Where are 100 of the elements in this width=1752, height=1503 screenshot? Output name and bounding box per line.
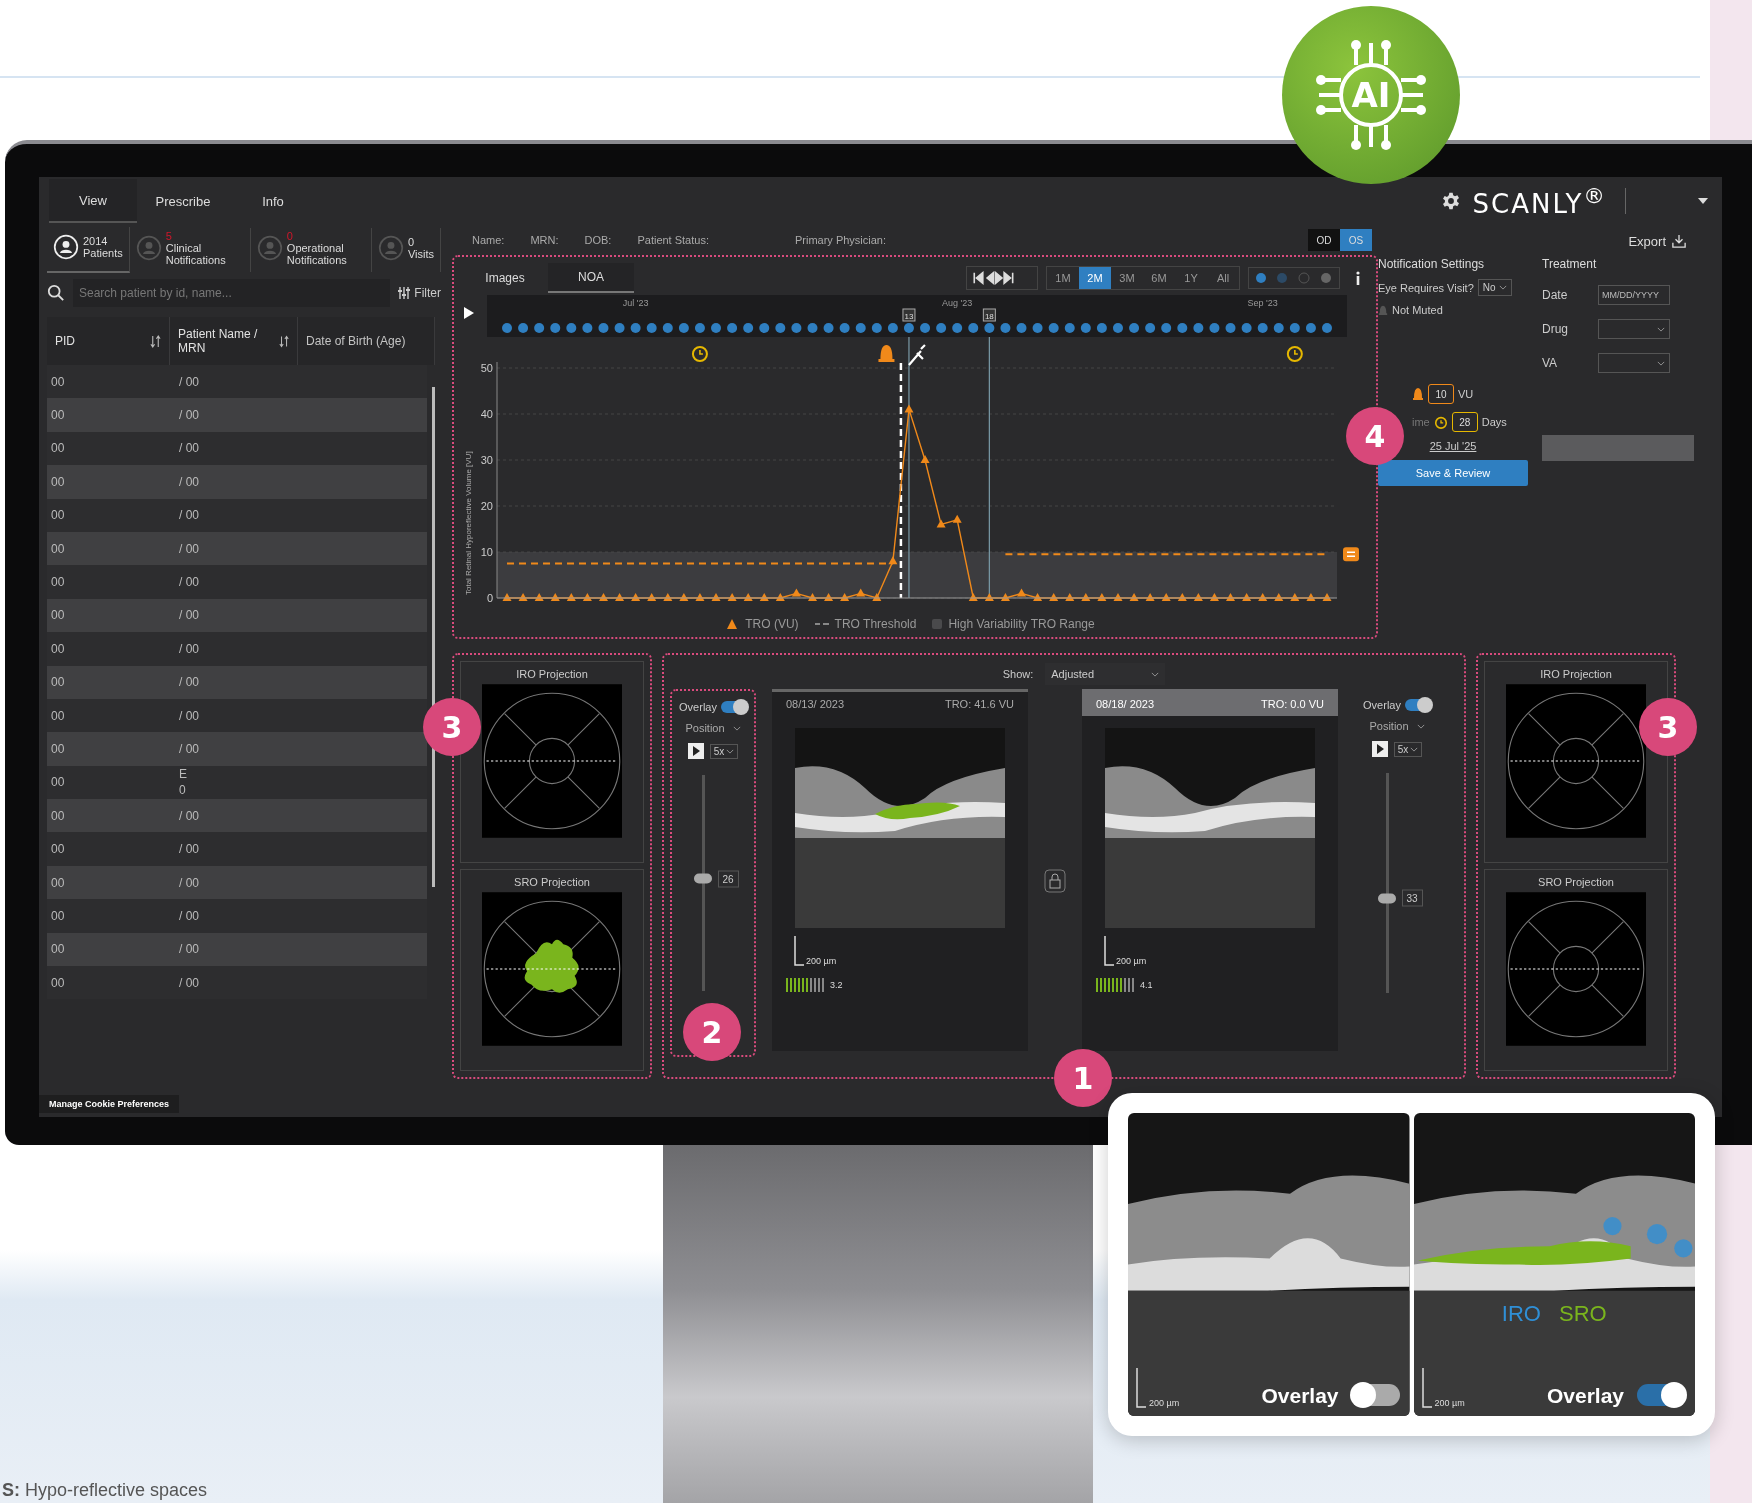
table-row[interactable]: 00 / 00 xyxy=(47,732,427,766)
table-row[interactable]: 00 / 00 xyxy=(47,531,427,566)
caption-text: S: Hypo-reflective spaces xyxy=(2,1480,208,1501)
view-mode-icon[interactable] xyxy=(1248,267,1340,289)
range-button[interactable]: 1M xyxy=(1047,267,1079,289)
name-cell-text: / 00 xyxy=(178,440,200,457)
speed-select[interactable]: 5x xyxy=(709,743,739,759)
table-row[interactable]: 00 / 00 xyxy=(47,665,427,699)
name-cell-text: / 00 xyxy=(178,674,200,691)
pid-cell-text: 00 xyxy=(50,374,66,389)
scan-header[interactable]: 08/18/ 2023 TRO: 0.0 VU xyxy=(1082,689,1338,716)
slider-value: 33 xyxy=(1401,889,1423,907)
nav-tab[interactable]: Info xyxy=(229,179,317,223)
caret-icon[interactable] xyxy=(1698,198,1708,204)
table-row[interactable]: 00 / 00 xyxy=(47,799,427,833)
play-button[interactable] xyxy=(1371,741,1388,757)
table-row[interactable]: 00 / 00 xyxy=(47,932,427,967)
stat-tab[interactable]: 0 Visits xyxy=(371,228,441,272)
nav-tab[interactable]: Prescribe xyxy=(139,179,227,223)
chevron-icon xyxy=(726,748,735,754)
range-button[interactable]: All xyxy=(1207,267,1239,289)
person-icon xyxy=(256,235,283,261)
nav-tab[interactable]: View xyxy=(49,179,137,223)
table-row[interactable]: 00 / 00 xyxy=(47,465,427,499)
chevron-icon xyxy=(1498,285,1507,290)
sort-icon[interactable] xyxy=(150,334,161,348)
y-tick-label: 30 xyxy=(480,454,493,466)
filter-button[interactable]: Filter xyxy=(398,286,441,300)
scale-label: 200 µm xyxy=(1149,1398,1180,1408)
name-cell-text: E 0 xyxy=(178,766,188,799)
scan-card[interactable]: 08/18/ 2023 TRO: 0.0 VU 200 µm 4.1 xyxy=(1082,689,1338,1051)
range-button[interactable]: 1Y xyxy=(1175,267,1207,289)
projection-title: SRO Projection xyxy=(1538,876,1614,888)
overlay-toggle[interactable] xyxy=(1351,1384,1400,1406)
select-field[interactable] xyxy=(1598,319,1670,339)
show-select[interactable]: Adjusted xyxy=(1045,663,1166,685)
y-tick-label: 40 xyxy=(480,408,493,420)
scan-card[interactable]: 08/13/ 2023 TRO: 41.6 VU 200 µm 3.2 xyxy=(772,689,1028,1051)
chart-tab[interactable]: NOA xyxy=(548,263,634,293)
playback-controls-icon[interactable] xyxy=(966,266,1038,290)
name-cell-text: / 00 xyxy=(178,407,200,424)
search-field[interactable]: Search patient by id, name... xyxy=(73,279,391,307)
date-link[interactable]: 25 Jul '25 xyxy=(1429,440,1477,452)
alarm-clock-icon[interactable] xyxy=(1286,346,1303,362)
threshold-handle-icon[interactable] xyxy=(1343,547,1359,562)
scan-tro: TRO: 41.6 VU xyxy=(944,698,1014,710)
scan-tro: TRO: 0.0 VU xyxy=(1261,698,1324,710)
ai-label: AI xyxy=(1351,75,1391,115)
syringe-icon xyxy=(907,343,927,367)
slider-handle[interactable] xyxy=(693,873,712,884)
bell-icon[interactable] xyxy=(878,345,895,362)
play-icon[interactable] xyxy=(464,307,474,319)
pid-cell-text: 00 xyxy=(50,575,66,590)
table-row[interactable]: 00 / 00 xyxy=(47,598,427,633)
position-dropdown[interactable]: Position xyxy=(1363,719,1431,733)
overlay-toggle[interactable] xyxy=(720,701,747,713)
slider-handle[interactable] xyxy=(1377,893,1396,904)
stat-tab[interactable]: 0 Operational Notifications xyxy=(250,228,372,272)
cookie-link[interactable]: Manage Cookie Preferences xyxy=(39,1095,180,1113)
select-field[interactable] xyxy=(1598,353,1670,373)
alarm-clock-icon[interactable] xyxy=(691,346,708,362)
sort-icon[interactable] xyxy=(278,334,289,348)
scan-date: 08/18/ 2023 xyxy=(1096,698,1155,710)
export-button[interactable]: Export xyxy=(1622,229,1692,253)
patient-info-label: Primary Physician: xyxy=(794,234,887,246)
bell-icon xyxy=(1412,386,1424,402)
lock-icon[interactable] xyxy=(1044,869,1066,893)
position-dropdown[interactable]: Position xyxy=(679,721,747,735)
scale-label: 200 µm xyxy=(806,956,837,966)
name-cell-text: / 00 xyxy=(178,741,200,757)
days-field[interactable]: 28 xyxy=(1451,412,1478,432)
chevron-icon xyxy=(1416,723,1425,729)
y-tick-label: 10 xyxy=(480,546,493,558)
chart-tab[interactable]: Images xyxy=(462,263,548,293)
name-cell-text: / 00 xyxy=(178,473,200,490)
stat-label: Operational Notifications xyxy=(286,242,348,266)
eye-toggle[interactable]: OD xyxy=(1308,229,1340,251)
stat-tab[interactable]: 5 Clinical Notifications xyxy=(129,228,251,272)
scale-bar-icon xyxy=(794,936,804,966)
date-field[interactable]: MM/DD/YYYY xyxy=(1598,285,1670,305)
settings-icon[interactable] xyxy=(1440,191,1461,211)
visit-select[interactable]: No xyxy=(1477,279,1512,296)
overlay-toggle[interactable] xyxy=(1637,1384,1685,1406)
range-button[interactable]: 3M xyxy=(1111,267,1143,289)
search-icon xyxy=(47,284,65,302)
play-button[interactable] xyxy=(687,743,704,759)
table-row[interactable]: 00 / 00 xyxy=(47,398,427,432)
threshold-field[interactable]: 10 xyxy=(1428,384,1454,404)
speed-select[interactable]: 5x xyxy=(1393,741,1423,757)
range-button[interactable]: 6M xyxy=(1143,267,1175,289)
stat-tab[interactable]: 2014 Patients xyxy=(47,227,130,273)
pid-cell-text: 00 xyxy=(50,742,66,756)
table-row[interactable]: 00 / 00 xyxy=(47,865,427,900)
scan-header[interactable]: 08/13/ 2023 TRO: 41.6 VU xyxy=(772,689,1028,716)
save-review-button[interactable]: Save & Review xyxy=(1378,460,1528,486)
section-title: Treatment xyxy=(1542,257,1598,271)
overlay-toggle[interactable] xyxy=(1404,699,1431,711)
stat-count: 2014 xyxy=(83,235,109,247)
person-icon xyxy=(377,235,404,261)
range-button[interactable]: 2M xyxy=(1079,267,1111,289)
